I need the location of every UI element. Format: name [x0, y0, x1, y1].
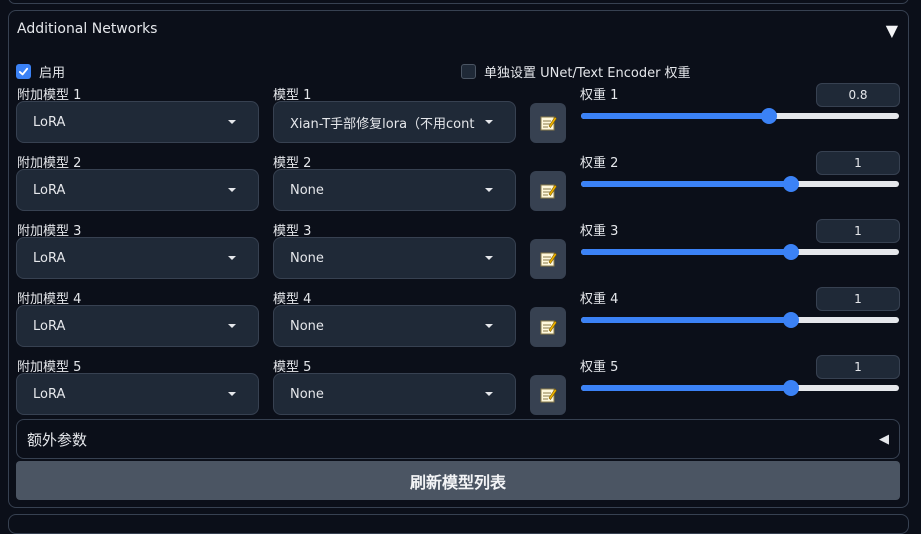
edit-model-button[interactable]: [530, 307, 566, 347]
expand-arrow-icon[interactable]: ◀: [879, 432, 889, 447]
slider-thumb[interactable]: [760, 108, 777, 124]
model-dropdown[interactable]: None: [273, 305, 516, 347]
model-value: Xian-T手部修复lora（不用cont: [290, 116, 475, 132]
slider-fill: [581, 317, 791, 323]
slider-fill: [581, 113, 769, 119]
addon-model-value: LoRA: [33, 250, 66, 266]
model-value: None: [290, 250, 324, 266]
next-section-edge: [8, 514, 909, 534]
model-value: None: [290, 318, 324, 334]
enable-checkbox[interactable]: 启用: [16, 62, 65, 81]
model-dropdown[interactable]: Xian-T手部修复lora（不用cont: [273, 101, 516, 143]
slider-thumb[interactable]: [782, 312, 799, 328]
addon-model-dropdown[interactable]: LoRA: [16, 237, 259, 279]
addon-model-dropdown[interactable]: LoRA: [16, 373, 259, 415]
previous-section-edge: [8, 0, 909, 4]
refresh-models-button[interactable]: 刷新模型列表: [16, 461, 900, 500]
separate-weights-checkbox[interactable]: 单独设置 UNet/Text Encoder 权重: [461, 62, 691, 81]
slider-fill: [581, 249, 791, 255]
edit-model-button[interactable]: [530, 171, 566, 211]
panel-title: Additional Networks: [17, 21, 158, 37]
weight-input[interactable]: 1: [816, 219, 900, 243]
notepad-icon: [539, 318, 557, 336]
weight-slider[interactable]: [581, 108, 899, 124]
edit-model-button[interactable]: [530, 239, 566, 279]
weight-slider[interactable]: [581, 312, 899, 328]
weight-input[interactable]: 0.8: [816, 83, 900, 107]
weight-input[interactable]: 1: [816, 355, 900, 379]
slider-fill: [581, 181, 791, 187]
chevron-down-icon: [485, 324, 493, 328]
extra-params-accordion[interactable]: 额外参数 ◀: [16, 419, 900, 459]
addon-model-value: LoRA: [33, 114, 66, 130]
collapse-toggle-icon[interactable]: ▼: [886, 21, 898, 40]
addon-model-value: LoRA: [33, 182, 66, 198]
slider-thumb[interactable]: [782, 176, 799, 192]
slider-thumb[interactable]: [782, 244, 799, 260]
addon-model-value: LoRA: [33, 318, 66, 334]
weight-slider[interactable]: [581, 176, 899, 192]
slider-thumb[interactable]: [782, 380, 799, 396]
weight-label: 权重 1: [580, 88, 619, 103]
addon-model-dropdown[interactable]: LoRA: [16, 305, 259, 347]
chevron-down-icon: [485, 188, 493, 192]
edit-model-button[interactable]: [530, 103, 566, 143]
model-value: None: [290, 182, 324, 198]
weight-label: 权重 4: [580, 292, 619, 307]
separate-weights-label: 单独设置 UNet/Text Encoder 权重: [484, 66, 691, 81]
slider-fill: [581, 385, 791, 391]
weight-label: 权重 2: [580, 156, 619, 171]
chevron-down-icon: [228, 188, 236, 192]
model-value: None: [290, 386, 324, 402]
edit-model-button[interactable]: [530, 375, 566, 415]
notepad-icon: [539, 386, 557, 404]
weight-slider[interactable]: [581, 380, 899, 396]
chevron-down-icon: [485, 120, 493, 124]
model-dropdown[interactable]: None: [273, 237, 516, 279]
chevron-down-icon: [228, 324, 236, 328]
weight-slider[interactable]: [581, 244, 899, 260]
notepad-icon: [539, 182, 557, 200]
extra-params-label: 额外参数: [27, 430, 88, 449]
chevron-down-icon: [228, 120, 236, 124]
weight-label: 权重 5: [580, 360, 619, 375]
checkbox-checked-icon[interactable]: [16, 64, 31, 79]
addon-model-value: LoRA: [33, 386, 66, 402]
addon-model-dropdown[interactable]: LoRA: [16, 169, 259, 211]
weight-input[interactable]: 1: [816, 287, 900, 311]
weight-label: 权重 3: [580, 224, 619, 239]
addon-model-dropdown[interactable]: LoRA: [16, 101, 259, 143]
chevron-down-icon: [228, 256, 236, 260]
notepad-icon: [539, 250, 557, 268]
chevron-down-icon: [485, 392, 493, 396]
model-dropdown[interactable]: None: [273, 373, 516, 415]
weight-input[interactable]: 1: [816, 151, 900, 175]
model-dropdown[interactable]: None: [273, 169, 516, 211]
checkbox-unchecked-icon[interactable]: [461, 64, 476, 79]
chevron-down-icon: [485, 256, 493, 260]
chevron-down-icon: [228, 392, 236, 396]
notepad-icon: [539, 114, 557, 132]
enable-label: 启用: [39, 66, 66, 81]
